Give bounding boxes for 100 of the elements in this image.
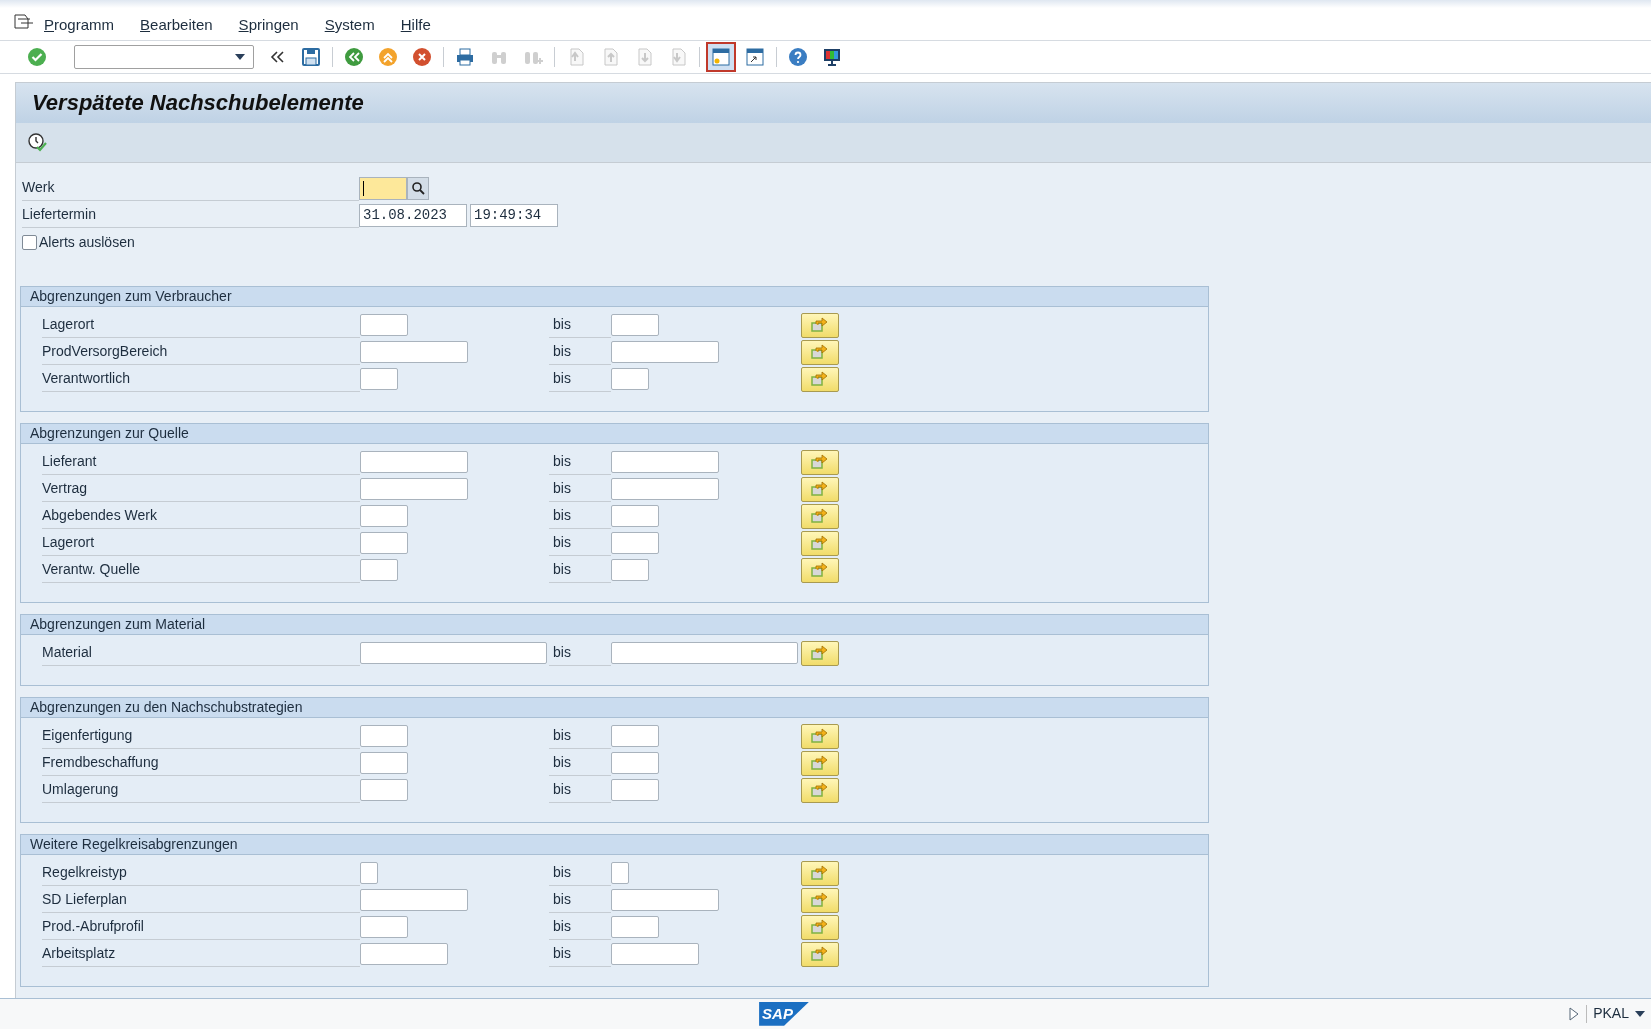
field-label: Regelkreistyp xyxy=(42,860,360,887)
multiple-selection-button[interactable] xyxy=(801,557,839,583)
to-input[interactable] xyxy=(611,505,659,528)
from-input[interactable] xyxy=(360,725,408,748)
to-input[interactable] xyxy=(611,314,659,337)
checkbox-label: Alerts auslösen xyxy=(39,232,135,252)
checkbox[interactable] xyxy=(22,234,37,250)
menu-item[interactable]: Springen xyxy=(238,13,299,37)
from-input[interactable] xyxy=(360,532,408,555)
new-window-icon[interactable] xyxy=(710,45,732,68)
print-icon[interactable] xyxy=(454,45,476,68)
from-input[interactable] xyxy=(360,916,408,939)
field-label: SD Lieferplan xyxy=(42,887,360,914)
multiple-selection-button[interactable] xyxy=(801,941,839,967)
to-input[interactable] xyxy=(611,916,659,939)
plant-input[interactable] xyxy=(359,176,407,200)
multiple-selection-button[interactable] xyxy=(801,914,839,940)
from-input[interactable] xyxy=(360,889,468,912)
arrow-into-box-icon xyxy=(811,508,829,525)
from-input[interactable] xyxy=(360,779,408,802)
multiple-selection-button[interactable] xyxy=(801,777,839,803)
cancel-icon[interactable] xyxy=(411,45,433,68)
text-cursor xyxy=(363,180,364,196)
multiple-selection-button[interactable] xyxy=(801,860,839,886)
to-input[interactable] xyxy=(611,862,629,885)
save-icon[interactable] xyxy=(300,45,322,68)
group-title: Abgrenzungen zum Verbraucher xyxy=(21,286,1208,307)
from-input[interactable] xyxy=(360,505,408,528)
menu-item[interactable]: Bearbeiten xyxy=(140,13,213,37)
back-icon[interactable] xyxy=(343,45,365,68)
from-input[interactable] xyxy=(360,862,378,885)
play-icon[interactable] xyxy=(1568,1005,1581,1022)
to-input[interactable] xyxy=(611,725,659,748)
sap-logo: SAP xyxy=(759,1001,810,1026)
multiple-selection-button[interactable] xyxy=(801,339,839,365)
from-input[interactable] xyxy=(360,642,547,665)
menu-item[interactable]: Programm xyxy=(44,13,115,37)
field-label: Lagerort xyxy=(42,530,360,557)
to-input[interactable] xyxy=(611,889,719,912)
multiple-selection-button[interactable] xyxy=(801,723,839,749)
multiple-selection-button[interactable] xyxy=(801,476,839,502)
multiple-selection-button[interactable] xyxy=(801,750,839,776)
menu-icon[interactable] xyxy=(14,13,34,30)
multiple-selection-button[interactable] xyxy=(801,449,839,475)
group-title: Abgrenzungen zu den Nachschubstrategien xyxy=(21,697,1208,718)
multiple-selection-button[interactable] xyxy=(801,366,839,392)
window-shortcut-icon[interactable] xyxy=(744,45,766,68)
date-input[interactable]: 31.08.2023 xyxy=(359,203,467,227)
to-input[interactable] xyxy=(611,368,649,391)
arrow-into-box-icon xyxy=(811,892,829,909)
arrow-into-box-icon xyxy=(811,645,829,662)
group-title: Weitere Regelkreisabgrenzungen xyxy=(21,834,1208,855)
field-label: Abgebendes Werk xyxy=(42,503,360,530)
field-label: Arbeitsplatz xyxy=(42,941,360,968)
to-input[interactable] xyxy=(611,451,719,474)
check-icon[interactable] xyxy=(26,45,48,68)
from-input[interactable] xyxy=(360,341,468,364)
to-input[interactable] xyxy=(611,779,659,802)
menu-item[interactable]: System xyxy=(324,13,375,37)
to-input[interactable] xyxy=(611,478,719,501)
from-input[interactable] xyxy=(360,451,468,474)
from-input[interactable] xyxy=(360,559,398,582)
help-icon[interactable] xyxy=(787,45,809,68)
clock-check-icon[interactable] xyxy=(26,131,48,154)
search-help-button[interactable] xyxy=(407,176,429,200)
command-field[interactable] xyxy=(74,44,254,69)
multiple-selection-button[interactable] xyxy=(801,640,839,666)
arrow-into-box-icon xyxy=(811,865,829,882)
arrow-into-box-icon xyxy=(811,782,829,799)
multiple-selection-button[interactable] xyxy=(801,312,839,338)
to-input[interactable] xyxy=(611,943,699,966)
from-input[interactable] xyxy=(360,368,398,391)
multiple-selection-button[interactable] xyxy=(801,530,839,556)
field-label: Verantw. Quelle xyxy=(42,557,360,584)
to-input[interactable] xyxy=(611,341,719,364)
field-label: Liefertermin xyxy=(22,202,359,229)
from-input[interactable] xyxy=(360,478,468,501)
multiple-selection-button[interactable] xyxy=(801,503,839,529)
to-input[interactable] xyxy=(611,559,649,582)
arrow-into-box-icon xyxy=(811,454,829,471)
field-label: Lieferant xyxy=(42,449,360,476)
from-input[interactable] xyxy=(360,752,408,775)
from-input[interactable] xyxy=(360,943,448,966)
group-title: Abgrenzungen zur Quelle xyxy=(21,423,1208,444)
to-input[interactable] xyxy=(611,752,659,775)
field-label: Umlagerung xyxy=(42,777,360,804)
to-input[interactable] xyxy=(611,642,798,665)
menu-item[interactable]: Hilfe xyxy=(400,13,431,37)
dropdown-arrow-icon[interactable] xyxy=(1635,1010,1645,1017)
arrow-into-box-icon xyxy=(811,371,829,388)
time-input[interactable]: 19:49:34 xyxy=(470,203,558,227)
field-label: Eigenfertigung xyxy=(42,723,360,750)
multiple-selection-button[interactable] xyxy=(801,887,839,913)
field-label: Vertrag xyxy=(42,476,360,503)
to-input[interactable] xyxy=(611,532,659,555)
from-input[interactable] xyxy=(360,314,408,337)
arrow-into-box-icon xyxy=(811,317,829,334)
field-label: Fremdbeschaffung xyxy=(42,750,360,777)
arrow-into-box-icon xyxy=(811,344,829,361)
arrow-into-box-icon xyxy=(811,481,829,498)
